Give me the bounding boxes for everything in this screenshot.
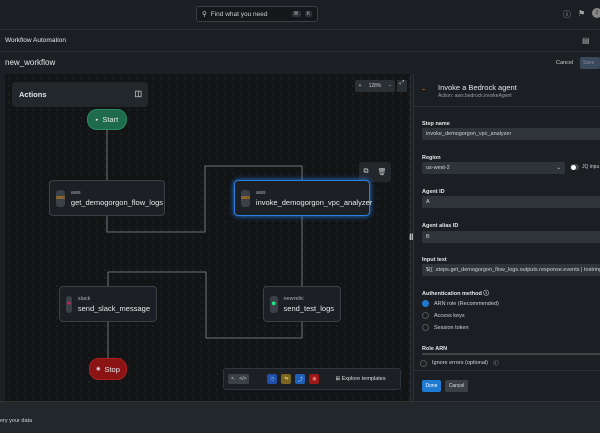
panel-toggle-icon[interactable]: ◫ xyxy=(134,89,142,98)
explore-templates-button[interactable]: ⊞ Explore templates xyxy=(335,376,385,382)
footer-bar: ery your data xyxy=(0,401,600,433)
workflow-node[interactable]: aws aws get_demogorgon_flow_logs xyxy=(49,180,165,216)
newrelic-icon: ⬢ xyxy=(270,295,278,313)
aws-icon: ⌣ xyxy=(422,87,426,93)
stop-add-icon[interactable]: ◉ xyxy=(309,374,320,384)
done-button[interactable]: Done xyxy=(422,380,441,392)
input-text-field[interactable]: ${{ .steps.get_demogorgon_flow_logs.outp… xyxy=(422,264,600,276)
loop-icon[interactable]: ⇆ xyxy=(281,374,292,384)
switch-icon[interactable]: ⤴ xyxy=(295,374,306,384)
zoom-control: + 128% − xyxy=(355,80,395,92)
zoom-in-icon[interactable]: + xyxy=(359,83,362,89)
workflow-canvas[interactable]: Actions ◫ + 128% − ⤢ ▸ Start aws aws get_d… xyxy=(5,74,411,401)
code-view-button[interactable]: </> xyxy=(239,376,246,382)
auth-option-session-token[interactable]: Session token xyxy=(422,324,469,331)
agent-alias-input[interactable]: B xyxy=(422,231,600,243)
info-icon: ⓘ xyxy=(492,361,499,367)
schedule-icon[interactable]: ◷ xyxy=(267,374,278,384)
info-icon: ⓘ xyxy=(483,291,489,297)
aws-icon: aws xyxy=(56,189,65,207)
save-button[interactable]: Save xyxy=(580,57,600,69)
grid-icon: ⊞ xyxy=(335,376,341,382)
feedback-icon[interactable]: ⚑ xyxy=(578,9,585,18)
workflow-node-selected[interactable]: aws aws invoke_demogorgon_vpc_analyzer xyxy=(234,180,372,216)
start-node[interactable]: ▸ Start xyxy=(87,109,127,130)
agent-id-input[interactable]: A xyxy=(422,196,600,208)
panel-subtitle: Action: aws.bedrock.invokeAgent xyxy=(438,93,512,99)
workflow-node[interactable]: ⬢ newrelic send_test_logs xyxy=(263,286,341,322)
copy-icon[interactable]: ⧉ xyxy=(364,168,369,176)
play-icon: ▸ xyxy=(95,116,99,123)
role-arn-input[interactable] xyxy=(422,353,600,355)
canvas-toolbar: ↖ </> ◷ ⇆ ⤴ ◉ ⊞ Explore templates xyxy=(223,368,401,390)
slack-icon: ✱ xyxy=(66,295,72,313)
jq-toggle[interactable] xyxy=(570,164,579,170)
auth-label: Authentication method ⓘ xyxy=(422,291,489,297)
auth-option-arn[interactable]: ARN role (Recommended) xyxy=(422,300,499,307)
help-icon[interactable]: ⓘ xyxy=(563,9,571,20)
zoom-out-icon[interactable]: − xyxy=(388,83,391,89)
region-select[interactable]: us-west-2 ⌄ xyxy=(422,162,565,174)
avatar[interactable]: 2 xyxy=(592,8,600,18)
ignore-errors-checkbox[interactable]: Ignore errors (optional) ⓘ xyxy=(420,359,498,367)
workflow-node[interactable]: ✱ slack send_slack_message xyxy=(59,286,157,322)
step-config-panel: ⌣ Invoke a Bedrock agent Action: aws.bed… xyxy=(413,74,600,401)
chevron-down-icon: ⌄ xyxy=(556,165,561,171)
panel-cancel-button[interactable]: Cancel xyxy=(445,380,468,392)
zoom-level: 128% xyxy=(368,83,382,89)
select-tool-icon[interactable]: ↖ xyxy=(231,376,235,382)
node-actions: ⧉ 🗑 xyxy=(359,162,391,182)
stop-node[interactable]: ◉ Stop xyxy=(89,358,127,380)
trash-icon[interactable]: 🗑 xyxy=(378,168,387,176)
panel-title: Invoke a Bedrock agent xyxy=(438,83,517,92)
fit-view-icon[interactable]: ⤢ xyxy=(397,80,407,92)
cancel-button[interactable]: Cancel xyxy=(556,60,573,66)
comment-icon[interactable]: ▤ xyxy=(582,36,590,45)
footer-text: ery your data xyxy=(0,418,33,424)
actions-panel[interactable]: Actions ◫ xyxy=(12,82,148,107)
step-name-input[interactable]: invoke_demogorgon_vpc_analyzer xyxy=(422,128,600,140)
stop-icon: ◉ xyxy=(96,366,101,372)
auth-option-access-keys[interactable]: Access keys xyxy=(422,312,465,319)
aws-icon: aws xyxy=(241,189,250,207)
